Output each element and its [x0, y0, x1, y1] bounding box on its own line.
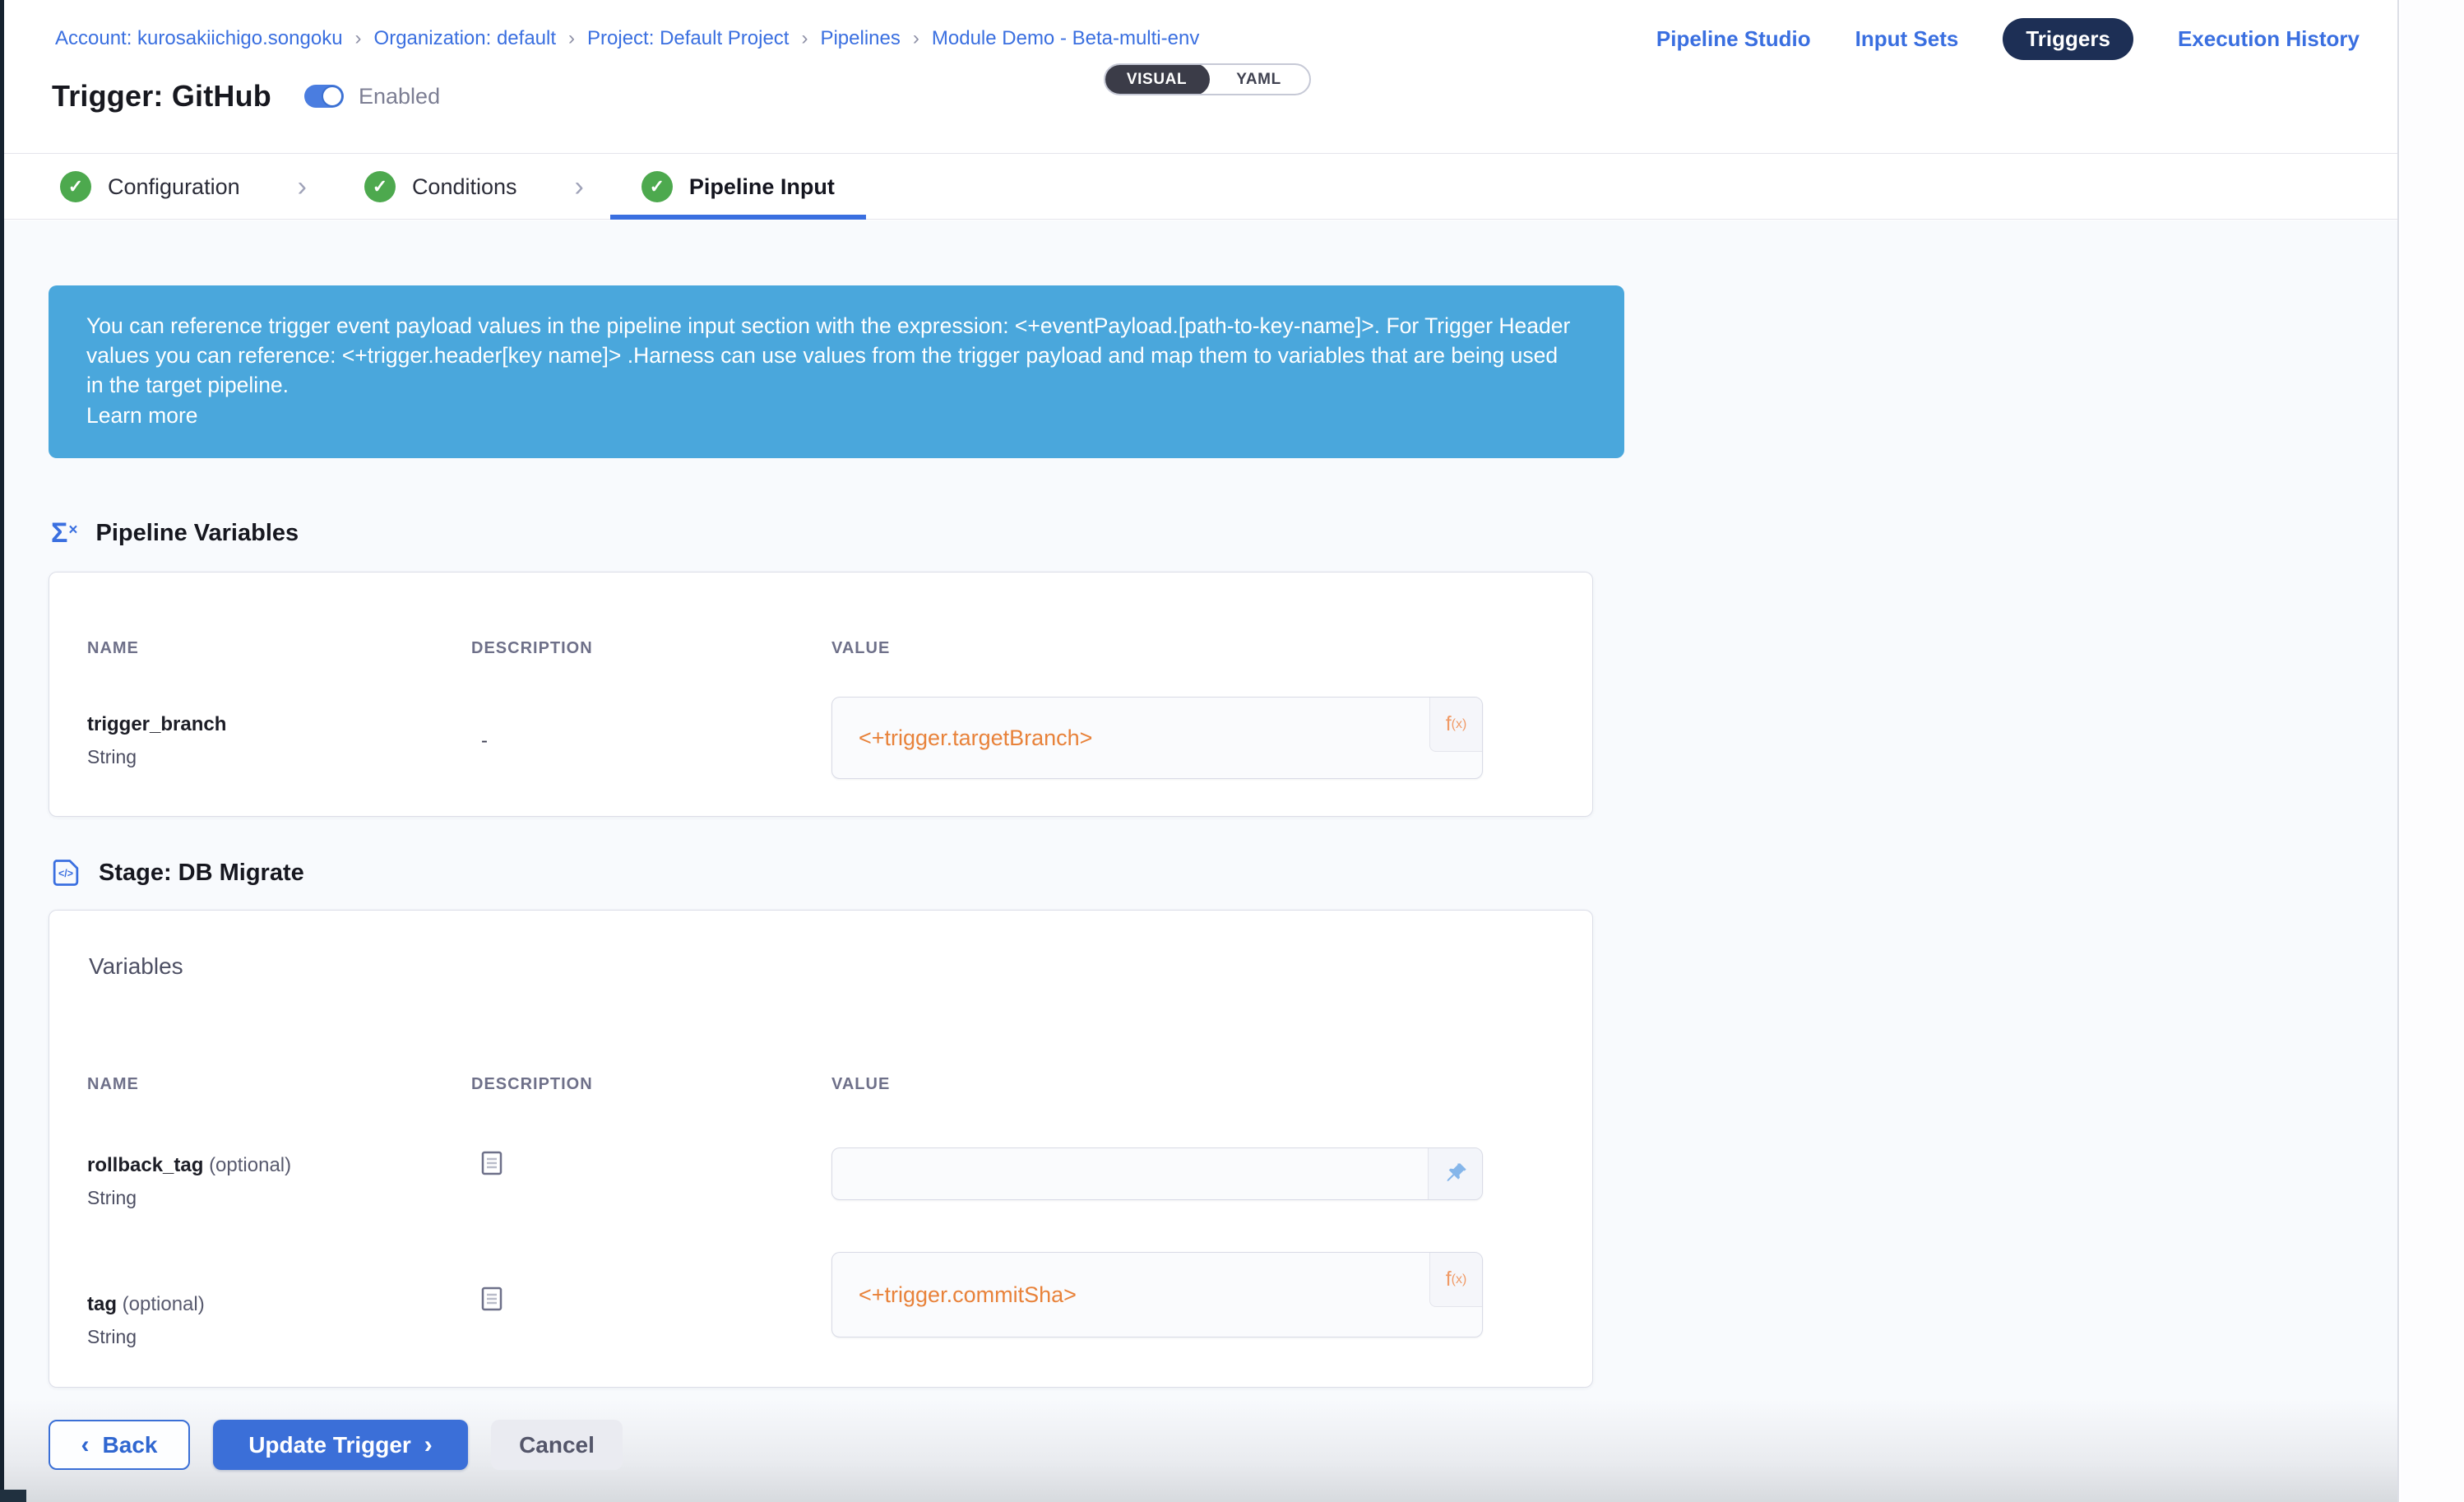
- step-configuration[interactable]: ✓ Configuration: [29, 155, 271, 219]
- stage-variables-card: Variables NAME DESCRIPTION VALUE rollbac…: [49, 910, 1593, 1388]
- check-circle-icon: ✓: [364, 171, 396, 202]
- breadcrumb-organization[interactable]: Organization: default: [374, 27, 556, 50]
- column-description: DESCRIPTION: [471, 639, 831, 658]
- breadcrumb-pipeline-name[interactable]: Module Demo - Beta-multi-env: [932, 27, 1199, 50]
- svg-text:</>: </>: [58, 868, 73, 879]
- chevron-right-icon: ›: [298, 171, 307, 203]
- pipeline-variables-title: Pipeline Variables: [96, 520, 299, 547]
- info-banner: You can reference trigger event payload …: [49, 285, 1624, 458]
- variable-name-cell: trigger_branch String: [87, 697, 471, 779]
- step-conditions[interactable]: ✓ Conditions: [333, 155, 549, 219]
- stage-title: Stage: DB Migrate: [99, 860, 304, 887]
- info-banner-text: You can reference trigger event payload …: [86, 313, 1570, 397]
- step-configuration-label: Configuration: [108, 174, 240, 200]
- variable-name: trigger_branch: [87, 713, 471, 736]
- breadcrumb-account[interactable]: Account: kurosakiichigo.songoku: [55, 27, 343, 50]
- table-row: trigger_branch String - <+trigger.target…: [87, 697, 1554, 779]
- chevron-right-icon: ›: [424, 1431, 433, 1459]
- check-circle-icon: ✓: [60, 171, 91, 202]
- breadcrumb-separator: ›: [913, 27, 919, 50]
- pin-icon: [1443, 1161, 1469, 1187]
- variable-type: String: [87, 1326, 471, 1348]
- expression-value: <+trigger.targetBranch>: [832, 726, 1092, 751]
- trigger-wizard-stepper: ✓ Configuration › ✓ Conditions › ✓ Pipel…: [4, 155, 2397, 220]
- variable-description: -: [471, 697, 831, 779]
- table-header: NAME DESCRIPTION VALUE: [87, 639, 1554, 658]
- breadcrumb-separator: ›: [355, 27, 362, 50]
- pipeline-variables-heading: Σ× Pipeline Variables: [51, 519, 299, 547]
- description-icon[interactable]: [481, 1151, 503, 1175]
- back-button[interactable]: ‹ Back: [49, 1420, 190, 1470]
- variable-type: String: [87, 1187, 471, 1209]
- column-name: NAME: [87, 639, 471, 658]
- yaml-tab[interactable]: YAML: [1208, 65, 1309, 94]
- enabled-toggle[interactable]: [304, 85, 344, 108]
- fx-expression-button[interactable]: f(x): [1429, 1253, 1482, 1307]
- variable-name-cell: rollback_tag (optional) String: [87, 1147, 471, 1209]
- footer-bar: ‹ Back Update Trigger › Cancel: [4, 1398, 2397, 1502]
- table-row: rollback_tag (optional) String: [87, 1147, 1554, 1209]
- step-conditions-label: Conditions: [412, 174, 517, 200]
- chevron-left-icon: ‹: [81, 1431, 90, 1459]
- variable-description-cell: [471, 1252, 831, 1348]
- update-trigger-button[interactable]: Update Trigger ›: [213, 1420, 468, 1470]
- collapsed-sidebar-edge: [0, 0, 4, 1502]
- table-header: NAME DESCRIPTION VALUE: [87, 1075, 1554, 1094]
- variable-description-cell: [471, 1147, 831, 1209]
- pipeline-top-nav: Pipeline Studio Input Sets Triggers Exec…: [1656, 18, 2360, 60]
- tag-value-input[interactable]: <+trigger.commitSha> f(x): [831, 1252, 1483, 1337]
- cancel-button[interactable]: Cancel: [491, 1420, 623, 1470]
- visual-yaml-toggle: VISUAL YAML: [1104, 63, 1311, 95]
- nav-pipeline-studio[interactable]: Pipeline Studio: [1656, 26, 1811, 52]
- enabled-toggle-label: Enabled: [359, 84, 440, 109]
- pipeline-variables-icon: Σ×: [51, 519, 78, 547]
- variable-name: rollback_tag (optional): [87, 1154, 471, 1177]
- breadcrumb-separator: ›: [568, 27, 575, 50]
- nav-execution-history[interactable]: Execution History: [2178, 26, 2360, 52]
- check-circle-icon: ✓: [641, 171, 673, 202]
- column-value: VALUE: [831, 1075, 1554, 1094]
- pipeline-variables-card: NAME DESCRIPTION VALUE trigger_branch St…: [49, 572, 1593, 817]
- variable-name-cell: tag (optional) String: [87, 1252, 471, 1348]
- title-row: Trigger: GitHub Enabled: [52, 79, 440, 114]
- fx-expression-button[interactable]: f(x): [1429, 698, 1482, 752]
- sidebar-bottom-corner: [0, 1490, 26, 1502]
- pin-input-type-button[interactable]: [1428, 1148, 1482, 1199]
- main-panel: Account: kurosakiichigo.songoku › Organi…: [4, 0, 2399, 1502]
- step-pipeline-input-label: Pipeline Input: [689, 174, 835, 200]
- chevron-right-icon: ›: [575, 171, 584, 203]
- variables-panel-title: Variables: [89, 953, 183, 980]
- column-value: VALUE: [831, 639, 1554, 658]
- column-name: NAME: [87, 1075, 471, 1094]
- stage-heading: </> Stage: DB Migrate: [51, 858, 304, 888]
- variable-type: String: [87, 746, 471, 768]
- page-title: Trigger: GitHub: [52, 79, 271, 114]
- learn-more-link[interactable]: Learn more: [86, 401, 1578, 430]
- step-pipeline-input[interactable]: ✓ Pipeline Input: [610, 155, 866, 219]
- table-row: tag (optional) String <+trigger.commitSh…: [87, 1252, 1554, 1348]
- column-description: DESCRIPTION: [471, 1075, 831, 1094]
- pipeline-input-tab-content: You can reference trigger event payload …: [4, 220, 2397, 1502]
- right-gutter: [2401, 0, 2464, 1502]
- breadcrumb-separator: ›: [801, 27, 808, 50]
- toggle-knob-icon: [322, 86, 343, 107]
- expression-value: <+trigger.commitSha>: [832, 1282, 1077, 1308]
- breadcrumb-project[interactable]: Project: Default Project: [587, 27, 789, 50]
- breadcrumb: Account: kurosakiichigo.songoku › Organi…: [55, 27, 1199, 50]
- rollback-tag-value-input[interactable]: [831, 1147, 1483, 1200]
- page-header: Account: kurosakiichigo.songoku › Organi…: [4, 0, 2397, 154]
- stage-icon: </>: [51, 858, 81, 888]
- breadcrumb-pipelines[interactable]: Pipelines: [820, 27, 900, 50]
- variable-name: tag (optional): [87, 1293, 471, 1316]
- nav-input-sets[interactable]: Input Sets: [1855, 26, 1959, 52]
- trigger-branch-value-input[interactable]: <+trigger.targetBranch> f(x): [831, 697, 1483, 779]
- visual-tab[interactable]: VISUAL: [1104, 63, 1210, 95]
- description-icon[interactable]: [481, 1286, 503, 1311]
- nav-triggers[interactable]: Triggers: [2003, 18, 2133, 60]
